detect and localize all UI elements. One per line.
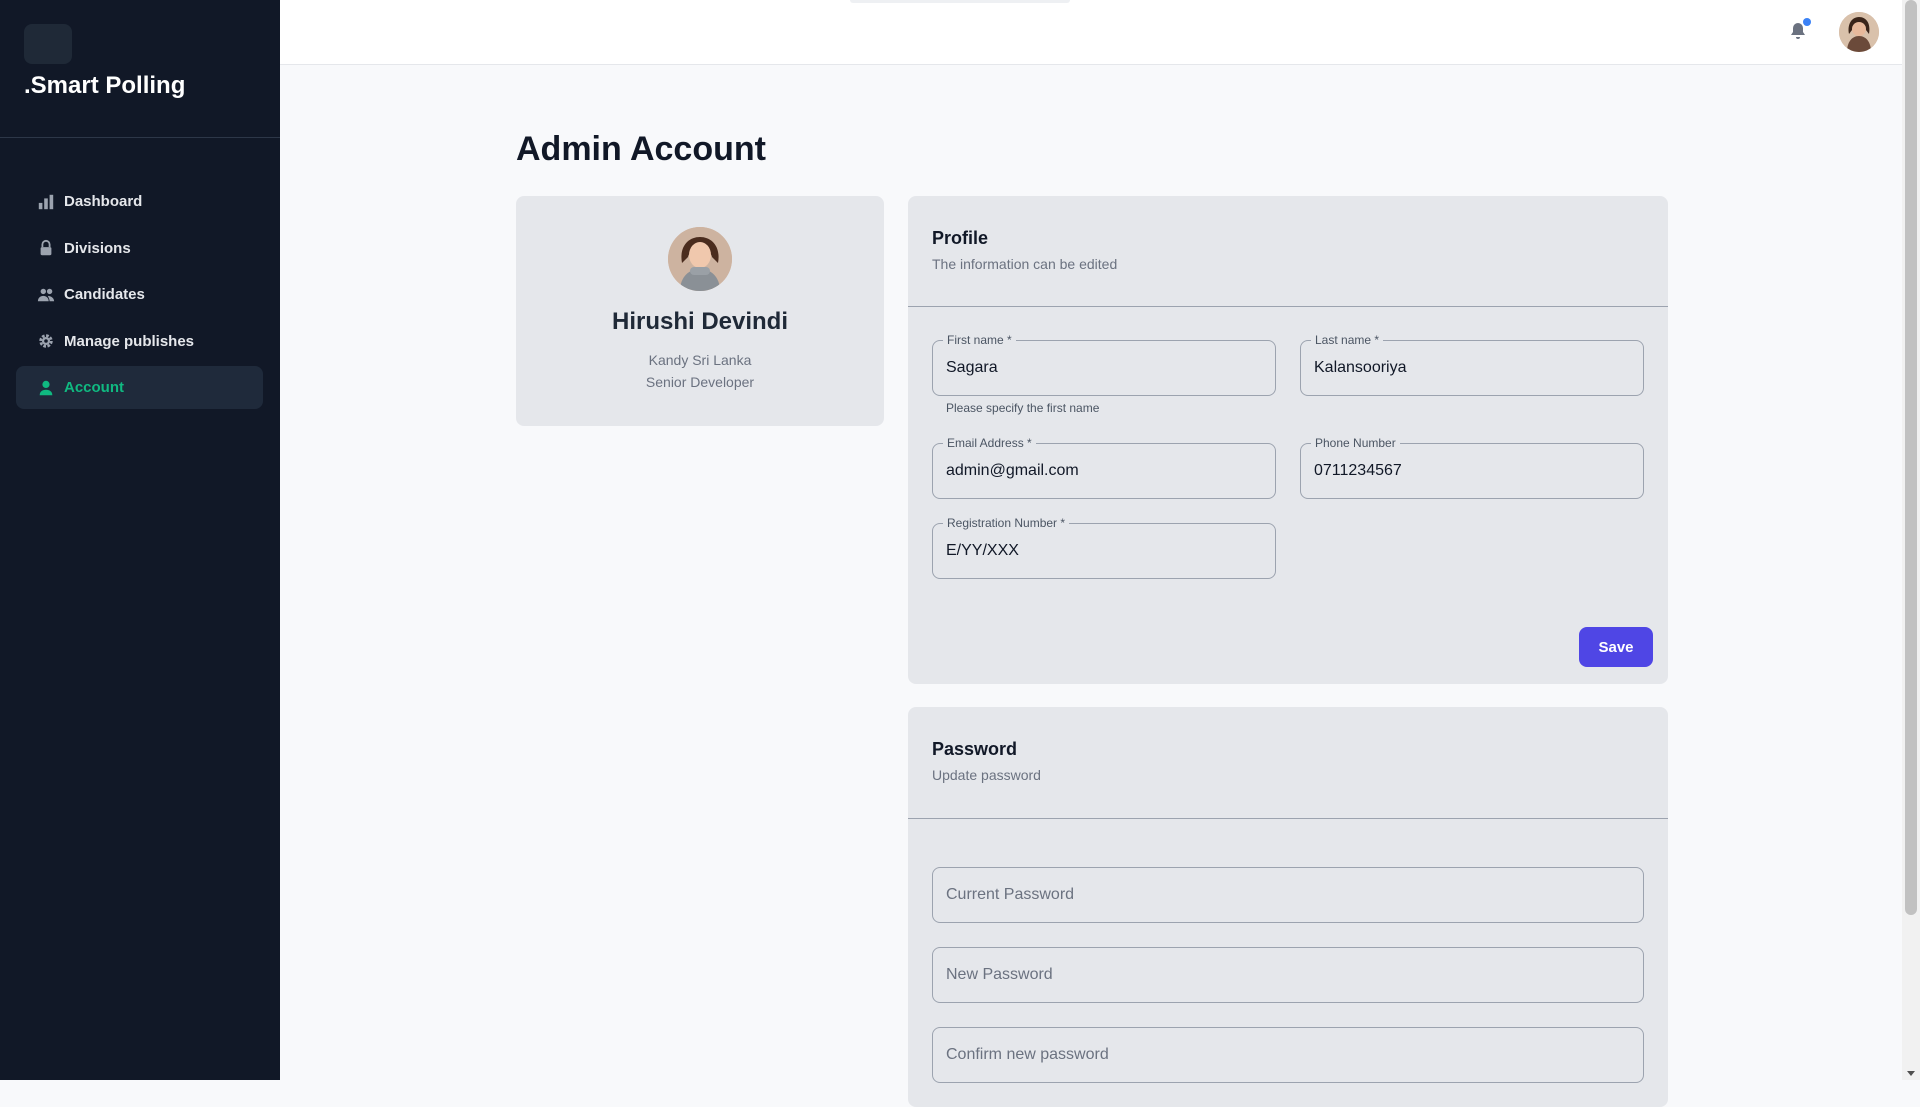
bar-chart-icon	[36, 192, 56, 212]
last-name-field[interactable]: Last name *	[1300, 332, 1644, 396]
sidebar-divider	[0, 137, 280, 138]
sidebar-item-label: Divisions	[64, 239, 131, 257]
topbar-highlight	[850, 0, 1070, 3]
sidebar-item-divisions[interactable]: Divisions	[16, 227, 263, 270]
sidebar-item-account[interactable]: Account	[16, 366, 263, 409]
password-card: Password Update password	[908, 707, 1668, 1107]
confirm-password-input[interactable]	[946, 1028, 1630, 1082]
user-icon	[36, 378, 56, 398]
sidebar-item-manage-publishes[interactable]: Manage publishes	[16, 320, 263, 363]
first-name-field[interactable]: First name *	[932, 332, 1276, 396]
lock-icon	[36, 238, 56, 258]
password-card-title: Password	[932, 739, 1018, 759]
email-input[interactable]	[946, 444, 1262, 498]
last-name-input[interactable]	[1314, 341, 1630, 395]
sidebar-item-label: Candidates	[64, 286, 145, 303]
avatar[interactable]	[1839, 12, 1879, 52]
profile-avatar	[668, 227, 732, 291]
profile-card-title: Profile	[932, 228, 989, 248]
sidebar-item-label: Account	[64, 379, 124, 396]
profile-summary-card: Hirushi Devindi Kandy Sri Lanka Senior D…	[516, 196, 884, 426]
phone-field[interactable]: Phone Number	[1300, 435, 1644, 499]
users-icon	[36, 285, 56, 305]
app-brand: .Smart Polling	[24, 72, 186, 99]
scroll-down-arrow-icon[interactable]	[1907, 1071, 1915, 1076]
logo[interactable]	[24, 24, 72, 64]
current-password-input[interactable]	[946, 868, 1630, 922]
sidebar: .Smart Polling Dashboard Divisions Candi…	[0, 0, 280, 1080]
phone-input[interactable]	[1314, 444, 1630, 498]
new-password-field[interactable]	[932, 947, 1644, 1003]
profile-name: Hirushi Devindi	[611, 308, 789, 335]
registration-number-field[interactable]: Registration Number *	[932, 515, 1276, 579]
password-card-subtitle: Update password	[932, 767, 1041, 783]
profile-location: Kandy Sri Lanka	[648, 352, 752, 368]
sidebar-item-dashboard[interactable]: Dashboard	[16, 180, 263, 223]
topbar	[280, 0, 1902, 65]
email-field[interactable]: Email Address *	[932, 435, 1276, 499]
sidebar-item-candidates[interactable]: Candidates	[16, 273, 263, 316]
sidebar-nav: Dashboard Divisions Candidates Manage pu…	[16, 180, 263, 413]
confirm-password-field[interactable]	[932, 1027, 1644, 1083]
card-divider	[908, 306, 1668, 307]
new-password-input[interactable]	[946, 948, 1630, 1002]
first-name-input[interactable]	[946, 341, 1262, 395]
first-name-helper: Please specify the first name	[946, 401, 1100, 415]
save-button[interactable]: Save	[1579, 627, 1653, 667]
gear-icon	[36, 331, 56, 351]
profile-card-subtitle: The information can be edited	[932, 256, 1118, 272]
card-divider	[908, 818, 1668, 819]
profile-form-card: Profile The information can be edited Fi…	[908, 196, 1668, 684]
registration-number-input[interactable]	[946, 524, 1262, 578]
page-title: Admin Account	[516, 130, 766, 168]
current-password-field[interactable]	[932, 867, 1644, 923]
notification-badge	[1803, 18, 1811, 26]
sidebar-item-label: Manage publishes	[64, 332, 195, 350]
scrollbar-thumb[interactable]	[1905, 0, 1917, 915]
scrollbar[interactable]	[1902, 0, 1920, 1080]
sidebar-item-label: Dashboard	[64, 193, 143, 210]
profile-role: Senior Developer	[645, 374, 755, 390]
